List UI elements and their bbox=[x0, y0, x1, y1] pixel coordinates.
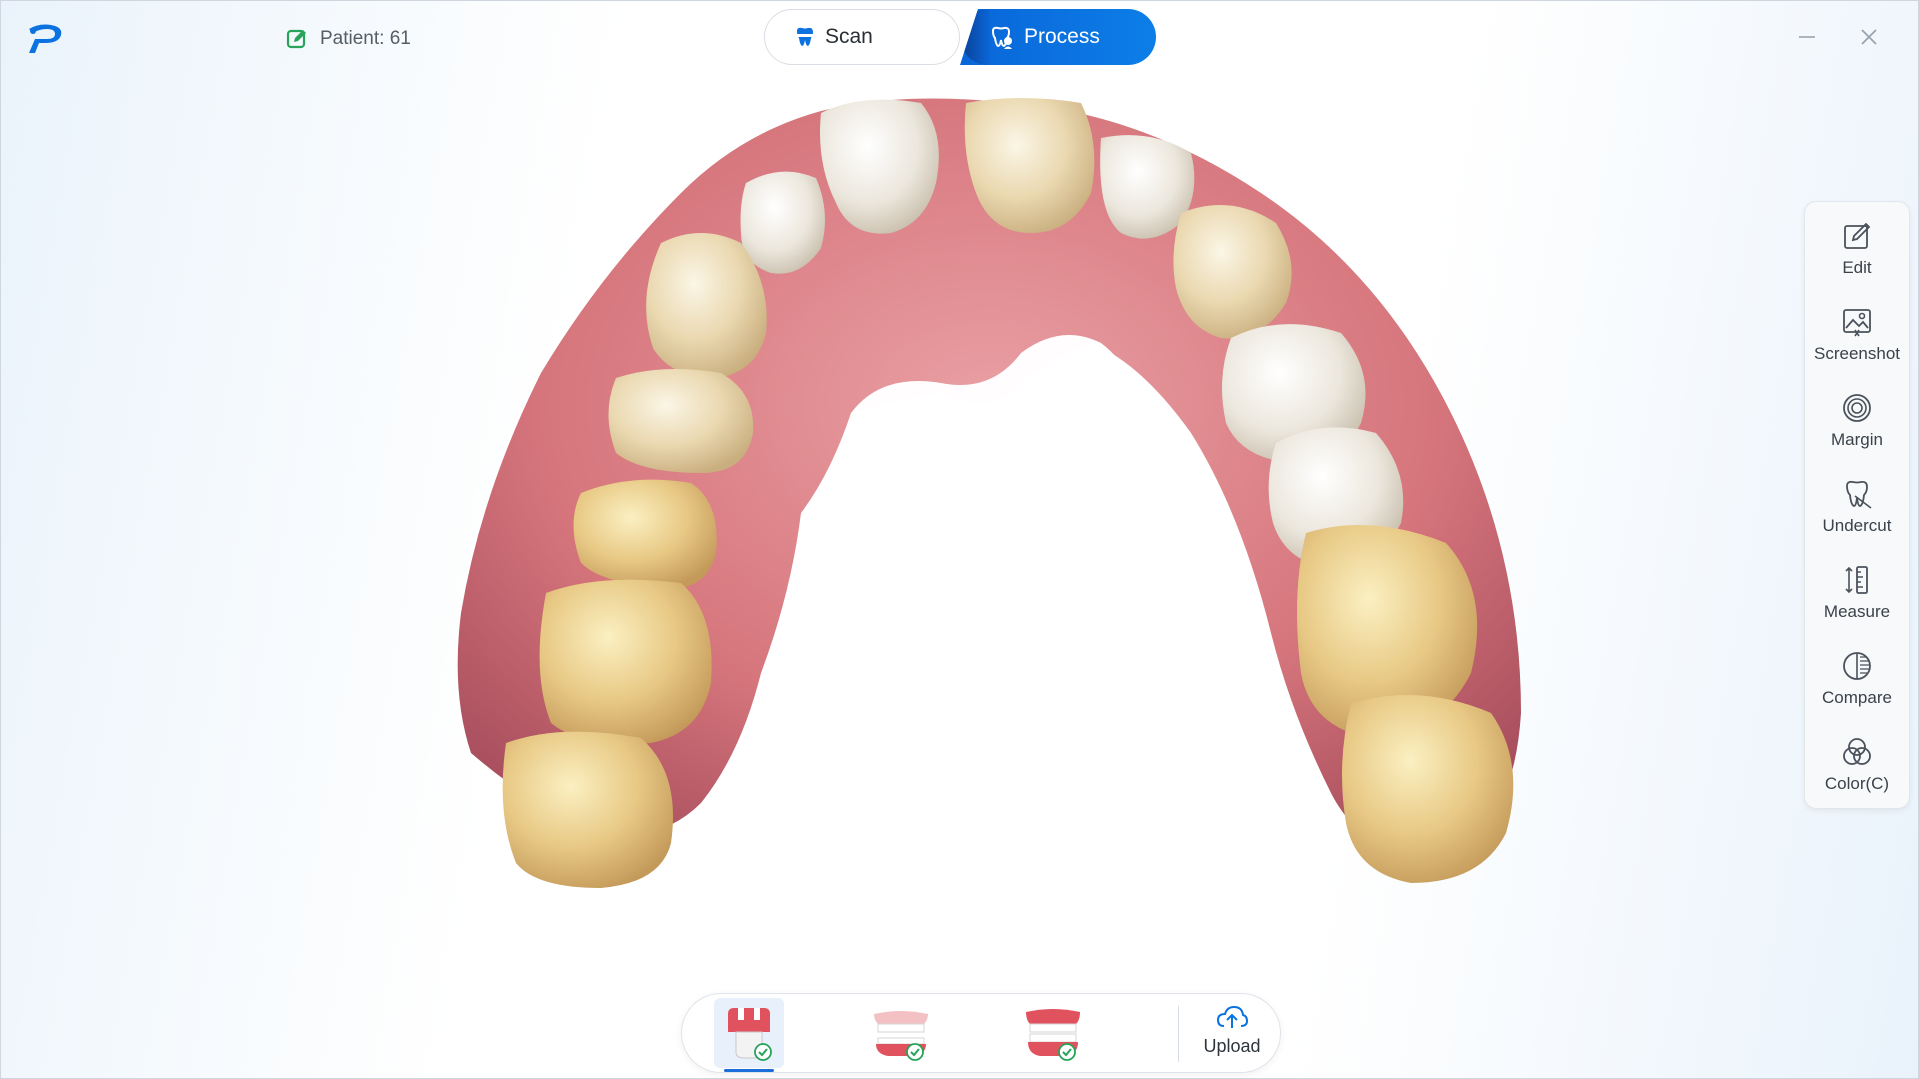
tab-process-label: Process bbox=[1024, 25, 1100, 48]
tool-panel: Edit Screenshot Margin Undercut Measure … bbox=[1804, 201, 1910, 809]
model-viewport[interactable] bbox=[1, 73, 1801, 983]
close-icon[interactable] bbox=[1855, 23, 1883, 51]
step-bite[interactable] bbox=[1018, 998, 1088, 1068]
tool-edit[interactable]: Edit bbox=[1804, 206, 1910, 292]
tooth-process-icon bbox=[991, 26, 1012, 49]
tool-edit-label: Edit bbox=[1842, 258, 1872, 277]
edit-patient-icon[interactable] bbox=[286, 28, 308, 50]
patient-label: Patient: 61 bbox=[320, 28, 411, 49]
tab-scan[interactable]: Scan bbox=[764, 9, 960, 65]
undercut-icon bbox=[1846, 480, 1872, 509]
upload-button[interactable]: Upload bbox=[1192, 1004, 1272, 1064]
tool-color[interactable]: Color(C) bbox=[1804, 722, 1910, 808]
margin-icon bbox=[1843, 394, 1871, 422]
tooth-icon bbox=[796, 27, 814, 46]
screenshot-icon bbox=[1843, 309, 1871, 337]
tool-undercut[interactable]: Undercut bbox=[1804, 464, 1910, 550]
app-logo bbox=[29, 24, 62, 53]
bottom-bar: Upload bbox=[681, 993, 1281, 1073]
tool-screenshot-label: Screenshot bbox=[1814, 344, 1900, 363]
tool-measure[interactable]: Measure bbox=[1804, 550, 1910, 636]
tool-screenshot[interactable]: Screenshot bbox=[1804, 292, 1910, 378]
title-bar: Patient: 61 Scan Process bbox=[1, 1, 1919, 73]
edit-icon bbox=[1844, 222, 1871, 249]
tool-compare-label: Compare bbox=[1822, 688, 1892, 707]
mode-tabs: Scan Process bbox=[764, 9, 1156, 65]
tool-undercut-label: Undercut bbox=[1822, 516, 1892, 535]
tool-compare[interactable]: Compare bbox=[1804, 636, 1910, 722]
compare-icon bbox=[1843, 652, 1871, 680]
tab-scan-label: Scan bbox=[825, 25, 873, 48]
tool-margin[interactable]: Margin bbox=[1804, 378, 1910, 464]
tool-color-label: Color(C) bbox=[1824, 774, 1890, 793]
tool-measure-label: Measure bbox=[1823, 602, 1891, 621]
dental-arch-model[interactable] bbox=[1, 73, 1801, 983]
step-upper-jaw[interactable] bbox=[866, 998, 936, 1068]
patient-info[interactable]: Patient: 61 bbox=[286, 25, 411, 53]
upload-label: Upload bbox=[1203, 1036, 1261, 1056]
prep-tooth-icon bbox=[728, 1008, 772, 1061]
tab-process[interactable]: Process bbox=[960, 9, 1156, 65]
cloud-upload-icon bbox=[1216, 1005, 1248, 1028]
minimize-icon[interactable] bbox=[1793, 23, 1821, 51]
step-prep-tooth[interactable] bbox=[714, 998, 784, 1072]
color-icon bbox=[1843, 738, 1871, 765]
bottom-bar-divider bbox=[1178, 1006, 1179, 1062]
bite-icon bbox=[1026, 1009, 1080, 1061]
measure-icon bbox=[1845, 566, 1868, 594]
tool-margin-label: Margin bbox=[1831, 430, 1883, 449]
upper-jaw-icon bbox=[874, 1011, 928, 1061]
